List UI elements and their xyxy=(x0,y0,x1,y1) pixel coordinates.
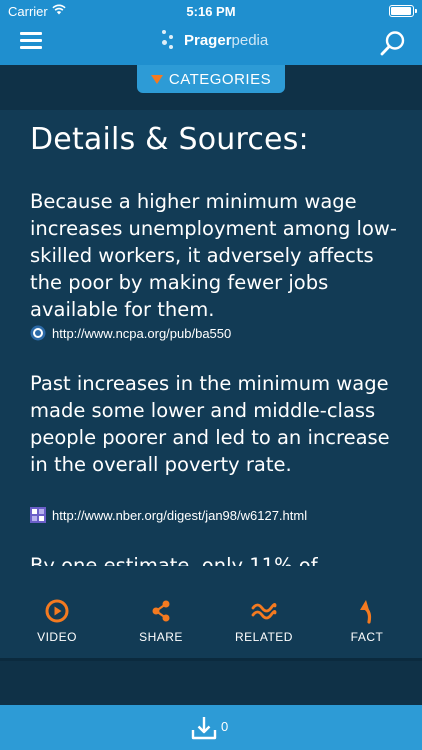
details-content[interactable]: Details & Sources: Because a higher mini… xyxy=(0,110,422,566)
app-logo: Pragerpedia xyxy=(160,28,268,52)
status-bar: Carrier 5:16 PM xyxy=(0,0,422,22)
hamburger-menu-button[interactable] xyxy=(20,32,42,52)
download-count: 0 xyxy=(221,719,229,734)
source-favicon-icon xyxy=(30,325,46,341)
navigation-bar: Carrier 5:16 PM Pragerpedia xyxy=(0,0,422,65)
share-label: SHARE xyxy=(139,630,183,644)
source-favicon-icon xyxy=(30,507,46,523)
related-label: RELATED xyxy=(235,630,293,644)
video-label: VIDEO xyxy=(37,630,77,644)
related-waves-icon xyxy=(251,603,277,620)
caret-down-icon xyxy=(150,74,163,84)
brand-name-light: pedia xyxy=(231,31,269,49)
search-button[interactable] xyxy=(380,30,406,56)
details-heading: Details & Sources: xyxy=(30,122,309,157)
search-icon xyxy=(380,31,405,56)
detail-paragraph: Past increases in the minimum wage made … xyxy=(30,372,390,476)
categories-tab[interactable]: CATEGORIES xyxy=(137,65,285,93)
spacer-band xyxy=(0,661,422,705)
download-bar[interactable]: 0 xyxy=(0,705,422,750)
source-link[interactable]: http://www.nber.org/digest/jan98/w6127.h… xyxy=(30,507,307,523)
source-url[interactable]: http://www.nber.org/digest/jan98/w6127.h… xyxy=(52,508,307,523)
fact-arrow-icon xyxy=(360,600,372,624)
detail-paragraph: Because a higher minimum wage increases … xyxy=(30,190,397,321)
source-url[interactable]: http://www.ncpa.org/pub/ba550 xyxy=(52,326,231,341)
fact-label: FACT xyxy=(350,630,384,644)
categories-label: CATEGORIES xyxy=(168,70,272,88)
logo-dots-icon xyxy=(160,29,178,51)
brand-name-bold: Prager xyxy=(184,31,232,49)
clock: 5:16 PM xyxy=(186,4,236,19)
battery-icon xyxy=(389,5,417,17)
fact-button[interactable]: FACT xyxy=(327,566,407,658)
download-icon[interactable] xyxy=(191,715,217,741)
play-circle-icon xyxy=(45,599,69,623)
detail-paragraph: By one estimate, only 11% of xyxy=(30,554,318,566)
share-icon xyxy=(152,600,170,622)
source-link[interactable]: http://www.ncpa.org/pub/ba550 xyxy=(30,325,231,341)
share-button[interactable]: SHARE xyxy=(121,566,201,658)
video-button[interactable]: VIDEO xyxy=(17,566,97,658)
action-toolbar: VIDEO SHARE RELATED FACT xyxy=(0,566,422,661)
related-button[interactable]: RELATED xyxy=(224,566,304,658)
